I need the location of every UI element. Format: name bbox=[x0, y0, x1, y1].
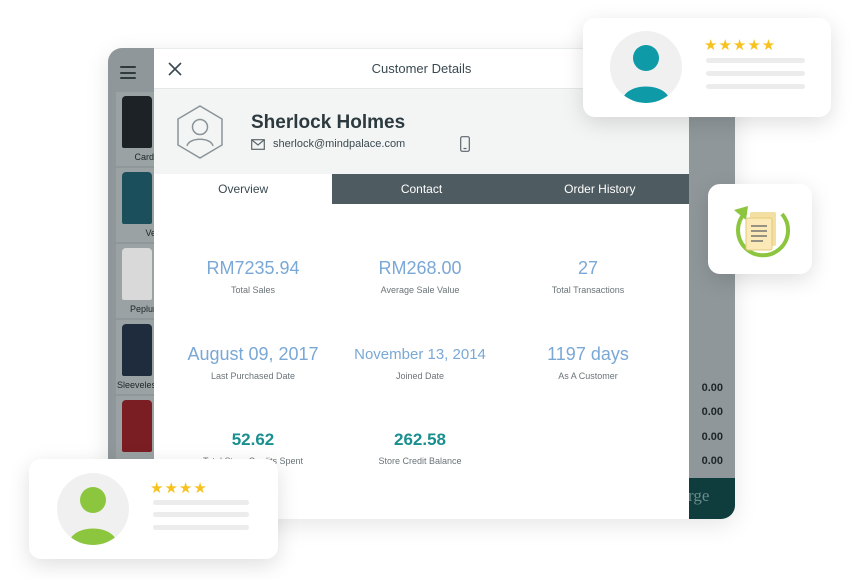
stat-average-sale: RM268.00 Average Sale Value bbox=[331, 258, 509, 295]
stat-joined-date: November 13, 2014 Joined Date bbox=[331, 346, 509, 381]
product-tile[interactable]: Cardi bbox=[116, 92, 156, 166]
product-label: Ve bbox=[145, 228, 156, 238]
placeholder-line bbox=[153, 525, 249, 530]
stat-value: RM7235.94 bbox=[206, 258, 300, 278]
product-label: Peplur bbox=[129, 304, 156, 314]
mail-icon bbox=[251, 139, 265, 150]
phone-icon[interactable] bbox=[460, 136, 470, 152]
tab-overview[interactable]: Overview bbox=[154, 174, 333, 204]
placeholder-line bbox=[706, 84, 805, 89]
cart-value: 0.00 bbox=[701, 406, 723, 418]
hamburger-menu-icon[interactable] bbox=[120, 66, 136, 79]
stat-store-credit-balance: 262.58 Store Credit Balance bbox=[331, 430, 509, 466]
stat-value: 1197 days bbox=[547, 344, 629, 364]
stat-label: As A Customer bbox=[558, 371, 618, 381]
product-label: Sleeveles bbox=[116, 380, 156, 390]
sync-document-card bbox=[708, 184, 812, 274]
user-hexagon-icon bbox=[177, 105, 223, 159]
stat-last-purchased: August 09, 2017 Last Purchased Date bbox=[164, 344, 342, 381]
product-tile[interactable]: Peplur bbox=[116, 244, 156, 318]
cart-value: 0.00 bbox=[701, 382, 723, 394]
stat-total-transactions: 27 Total Transactions bbox=[499, 258, 677, 295]
stat-label: Total Sales bbox=[230, 285, 276, 295]
stat-value: 262.58 bbox=[394, 430, 446, 449]
stat-customer-days: 1197 days As A Customer bbox=[499, 344, 677, 381]
product-tile[interactable]: Sleeveles bbox=[116, 320, 156, 394]
product-thumbnail bbox=[122, 172, 152, 224]
stat-value: November 13, 2014 bbox=[354, 346, 486, 363]
cart-panel: 0.00 0.00 0.00 0.00 bbox=[688, 48, 735, 519]
cart-value: 0.00 bbox=[701, 431, 723, 443]
stat-value: 27 bbox=[577, 258, 599, 278]
user-icon bbox=[69, 487, 117, 545]
star-rating: ★★★★ bbox=[150, 480, 208, 497]
customer-email[interactable]: sherlock@mindpalace.com bbox=[273, 138, 405, 150]
cart-value: 0.00 bbox=[701, 455, 723, 467]
charge-button[interactable]: rge bbox=[688, 478, 735, 519]
review-card-bottom: ★★★★ bbox=[29, 459, 278, 559]
stat-label: Joined Date bbox=[395, 371, 445, 381]
placeholder-line bbox=[153, 512, 249, 517]
placeholder-line bbox=[706, 71, 805, 76]
customer-tabs: Overview Contact Order History bbox=[154, 174, 689, 204]
sync-document-icon bbox=[734, 206, 790, 258]
stat-label: Average Sale Value bbox=[380, 285, 460, 295]
placeholder-line bbox=[153, 500, 249, 505]
stat-total-sales: RM7235.94 Total Sales bbox=[164, 258, 342, 295]
review-card-top: ★★★★★ bbox=[583, 18, 831, 117]
customer-name: Sherlock Holmes bbox=[251, 112, 406, 133]
product-thumbnail bbox=[122, 96, 152, 148]
avatar bbox=[57, 473, 129, 545]
user-icon bbox=[622, 45, 670, 103]
stat-value: August 09, 2017 bbox=[187, 344, 319, 364]
avatar bbox=[610, 31, 682, 103]
product-tile[interactable]: Ve bbox=[116, 168, 156, 242]
stat-value: 52.62 bbox=[231, 430, 275, 449]
stat-value: RM268.00 bbox=[378, 258, 462, 278]
star-rating: ★★★★★ bbox=[704, 37, 777, 54]
stat-label: Last Purchased Date bbox=[210, 371, 296, 381]
product-label: Cardi bbox=[134, 152, 156, 162]
tab-order-history[interactable]: Order History bbox=[510, 174, 689, 204]
placeholder-line bbox=[706, 58, 805, 63]
product-thumbnail bbox=[122, 400, 152, 452]
tab-contact[interactable]: Contact bbox=[332, 174, 511, 204]
customer-details-modal: Customer Details Sherlock Holmes sherloc… bbox=[154, 49, 689, 519]
stat-label: Store Credit Balance bbox=[378, 456, 462, 466]
stat-label: Total Transactions bbox=[551, 285, 625, 295]
product-thumbnail bbox=[122, 324, 152, 376]
product-thumbnail bbox=[122, 248, 152, 300]
